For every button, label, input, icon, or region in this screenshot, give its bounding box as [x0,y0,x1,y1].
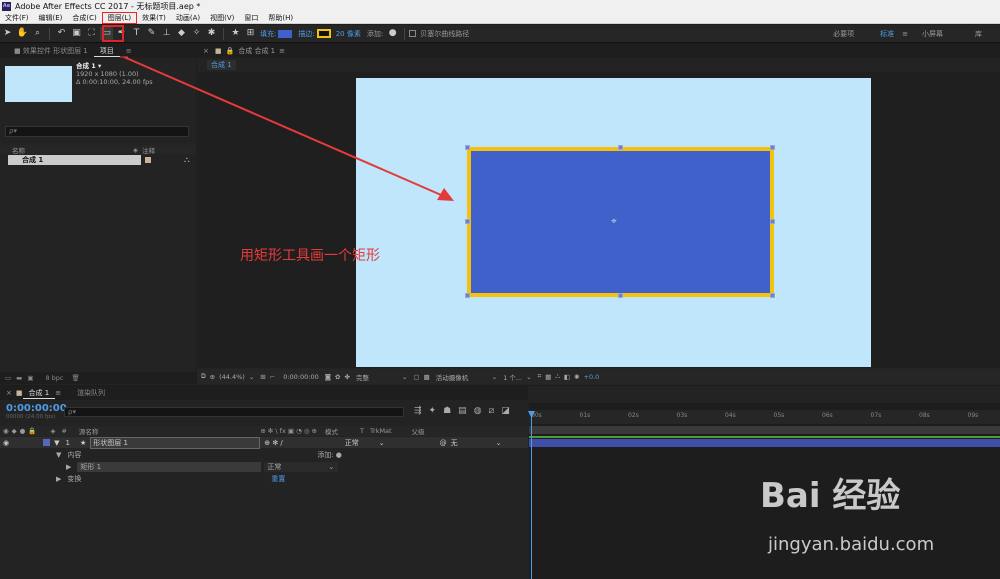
ruler-label: 09s [967,412,979,419]
toggle-pixel-icon[interactable]: ⌗ [538,372,542,381]
lock-icon[interactable]: 🔒 [28,427,36,435]
timeline-timecode[interactable]: 0:00:00:00 [6,403,67,414]
add-circle-icon[interactable]: ● [336,451,342,459]
mask-toggle-icon[interactable]: ⧉ [201,372,206,381]
roi-icon[interactable]: ▢ [413,373,419,381]
layer-row[interactable]: ◉ ▼ 1 ★ 形状图层 1 ⊕ ✻ / 正常 ⌄ @ 无 ⌄ [0,436,528,449]
reset-link[interactable]: 重置 [271,474,285,484]
timeline-switches: ⇶ ✦ ☗ ▤ ◍ ⧄ ◪ [414,406,510,416]
ruler-label: 04s [725,412,736,419]
contents-row[interactable]: ▼ 内容 添加: ● [0,449,528,460]
layer-duration-bar[interactable] [529,439,1000,447]
switches-icons: ⊕ ✻ \ fx ▣ ◔ ◎ ⊕ [260,427,318,435]
current-time-indicator[interactable] [531,412,532,579]
shape-layer-icon: ★ [79,438,87,447]
time-ruler[interactable]: 00s 01s 02s 03s 04s 05s 06s 07s 08s 09s [529,410,1000,424]
audio-icon[interactable]: ◆ [12,427,17,435]
show-snapshot-icon[interactable]: ✿ [335,373,340,381]
timeline-search-input[interactable]: ρ▾ [64,407,404,417]
magnify-icon[interactable]: ⊕ [210,373,215,381]
solo-icon[interactable]: ● [20,427,26,435]
expand-arrow-icon[interactable]: ▶ [56,475,61,483]
col-parent[interactable]: 父级 [412,426,425,436]
col-trkmat[interactable]: TrkMat [370,427,392,435]
layer-number: 1 [65,438,70,447]
eye-icon[interactable]: ◉ [3,427,9,435]
fast-preview-icon[interactable]: ◧ [564,373,570,381]
channel-icon[interactable]: ✤ [345,373,350,381]
graph-curve-icon[interactable]: ◪ [501,406,510,416]
exposure-value[interactable]: +0.0 [584,373,600,381]
region-icon[interactable]: ⌐ [270,373,275,381]
chevron-down-icon[interactable]: ⌄ [379,439,385,447]
chevron-down-icon[interactable]: ⌄ [496,439,502,447]
quality-dropdown[interactable]: 完整 [356,372,402,382]
flowchart-view-icon[interactable]: ⛬ [555,372,560,381]
motion-blur-icon[interactable]: ◍ [474,406,482,416]
col-t: T [360,427,364,435]
shy-icon[interactable]: ☗ [443,406,451,416]
ruler-label: 08s [919,412,930,419]
expand-arrow-icon[interactable]: ▼ [54,439,59,447]
transparency-grid-icon[interactable]: ▩ [424,373,430,381]
grid-toggle-icon[interactable]: ⊞ [260,373,265,381]
ruler-label: 05s [773,412,785,419]
layer-number-icon: # [61,427,67,435]
tab-timeline-comp1[interactable]: 合成 1 [22,388,56,399]
timeline-fps: 00000 (24.00 fps) [6,414,56,420]
ruler-label: 07s [870,412,882,419]
expand-arrow-icon[interactable]: ▶ [66,463,71,471]
chevron-down-icon[interactable]: ⌄ [492,373,497,381]
layer-duration-indicator [529,436,1000,438]
frame-blending-icon[interactable]: ▤ [458,406,467,416]
label-icon: ■ [15,389,23,397]
col-mode[interactable]: 模式 [325,426,338,436]
viewer-control-bar: ⧉ ⊕ (44.4%) ⌄ ⊞ ⌐ 0:00:00:00 ◙ ✿ ✤ 完整 ⌄ … [197,369,1000,384]
timeline-column-header: ◉ ◆ ● 🔒 ◈ # 源名称 ⊕ ✻ \ fx ▣ ◔ ◎ ⊕ 模式 T Tr… [0,426,528,436]
layer-label-color[interactable] [43,439,51,446]
zoom-dropdown[interactable]: (44.4%) [219,373,245,381]
viewer-timecode[interactable]: 0:00:00:00 [283,373,319,381]
tag-icon[interactable]: ◈ [50,427,55,435]
graph-editor-icon[interactable]: ⧄ [489,406,495,416]
chevron-down-icon[interactable]: ⌄ [402,373,407,381]
timeline-menu-icon[interactable]: ≡ [55,389,61,397]
ruler-label: 06s [822,412,833,419]
draft-3d-icon[interactable]: ✦ [429,406,437,416]
reset-view-icon[interactable]: ▦ [545,373,551,381]
col-source-name[interactable]: 源名称 [79,426,99,436]
chevron-down-icon[interactable]: ⌄ [526,373,531,381]
expand-arrow-icon[interactable]: ▼ [56,451,61,459]
chevron-down-icon[interactable]: ⌄ [328,463,334,471]
contents-label: 内容 [67,450,82,459]
layer-parent[interactable]: 无 [451,438,458,448]
work-area-bar[interactable] [529,426,1000,434]
transform-row[interactable]: ▶ 变换 重置 [0,473,528,484]
rectangle-group-row[interactable]: ▶ 矩形 1 正常 ⌄ [0,461,528,472]
timeline-tabstrip: × ■ 合成 1 ≡ 渲染队列 [0,386,528,400]
layer-switches[interactable]: ⊕ ✻ / [264,439,283,447]
views-dropdown[interactable]: 1 个... [503,372,522,382]
contents-add-label: 添加: [317,450,334,459]
ruler-label: 03s [676,412,688,419]
rectangle-group-name[interactable]: 矩形 1 [77,461,262,472]
ruler-label: 01s [579,412,591,419]
ruler-label: 02s [628,412,639,419]
annotation-text: 用矩形工具画一个矩形 [240,248,380,264]
snapshot-icon[interactable]: ◙ [325,373,331,381]
layer-mode[interactable]: 正常 [345,438,359,448]
rectangle-group-mode[interactable]: 正常 [264,461,339,472]
exposure-icon[interactable]: ✺ [574,373,579,381]
layer-eye-icon[interactable]: ◉ [3,439,9,447]
tab-render-queue[interactable]: 渲染队列 [71,388,111,398]
camera-dropdown[interactable]: 活动摄像机 [436,372,492,382]
pickwhip-icon[interactable]: @ [440,439,447,447]
transform-label: 变换 [67,474,82,483]
chevron-down-icon[interactable]: ⌄ [249,373,254,381]
layer-name[interactable]: 形状图层 1 [90,436,261,449]
close-icon[interactable]: × [6,389,12,397]
comp-flowchart-icon[interactable]: ⇶ [414,406,422,416]
baidu-watermark: Bai 经验 [760,476,901,516]
baidu-watermark-url: jingyan.baidu.com [768,534,935,555]
